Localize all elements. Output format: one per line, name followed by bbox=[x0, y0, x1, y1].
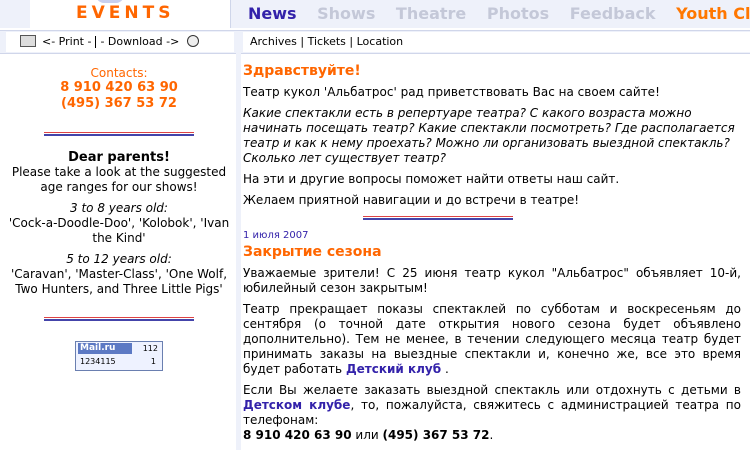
print-link[interactable]: <- Print - bbox=[42, 35, 91, 48]
printer-icon[interactable] bbox=[20, 35, 36, 47]
age-range-1: 3 to 8 years old: bbox=[70, 201, 168, 215]
news-title: Закрытие сезона bbox=[243, 244, 382, 260]
answers-text: На эти и другие вопросы поможет найти от… bbox=[243, 172, 620, 186]
shows-list-2: 'Caravan', 'Master-Class', 'One Wolf, Tw… bbox=[10, 267, 228, 296]
news-p2-end: . bbox=[444, 362, 449, 376]
news-paragraph-1: Уважаемые зрители! С 25 июня театр кукол… bbox=[243, 266, 741, 295]
subnav-separator: | bbox=[349, 35, 354, 48]
counter-value-1: 112 bbox=[142, 344, 158, 353]
download-icon[interactable] bbox=[187, 35, 200, 47]
contact-phone-2: (495) 367 53 72 bbox=[61, 96, 177, 111]
nav-youth-club[interactable]: Youth Club bbox=[676, 4, 750, 23]
wish-text: Желаем приятной навигации и до встречи в… bbox=[243, 193, 580, 207]
tool-row: <- Print - - Download -> Archives | Ticke… bbox=[0, 30, 750, 54]
top-bar: EVENTS News Shows Theatre Photos Feedbac… bbox=[0, 0, 750, 28]
nav-feedback[interactable]: Feedback bbox=[570, 4, 656, 23]
news-paragraph-3: Если Вы желаете заказать выездной спекта… bbox=[243, 383, 741, 443]
nav-news[interactable]: News bbox=[248, 4, 297, 23]
kids-club-link-2[interactable]: Детском клубе bbox=[243, 398, 350, 412]
news-paragraph-2: Театр прекращает показы спектаклей по су… bbox=[243, 302, 741, 377]
main-nav: News Shows Theatre Photos Feedback Youth… bbox=[248, 4, 750, 23]
subnav-location[interactable]: Location bbox=[357, 35, 404, 48]
news-p3-text: Если Вы желаете заказать выездной спекта… bbox=[243, 383, 741, 397]
kids-club-link[interactable]: Детский клуб bbox=[346, 362, 441, 376]
age-intro: Please take a look at the suggested age … bbox=[11, 165, 227, 194]
divider-rule bbox=[363, 216, 513, 220]
subnav-tickets[interactable]: Tickets bbox=[308, 35, 346, 48]
news-or: или bbox=[355, 428, 379, 442]
main-content: Здравствуйте! Театр кукол 'Альбатрос' ра… bbox=[243, 60, 741, 449]
sidebar: Contacts: 8 910 420 63 90 (495) 367 53 7… bbox=[6, 60, 232, 371]
brand-area: EVENTS bbox=[30, 0, 231, 28]
visit-counter[interactable]: Mail.ru 112 1234115 1 bbox=[75, 341, 163, 371]
nav-theatre[interactable]: Theatre bbox=[396, 4, 466, 23]
news-phone-1: 8 910 420 63 90 bbox=[243, 428, 352, 442]
news-date: 1 июля 2007 bbox=[243, 230, 309, 241]
counter-value-2: 1234115 bbox=[80, 357, 116, 366]
dear-parents-heading: Dear parents! bbox=[68, 150, 170, 165]
counter-value-3: 1 bbox=[150, 357, 156, 366]
divider-rule bbox=[44, 132, 194, 136]
brand-title: EVENTS bbox=[76, 3, 175, 23]
text-cursor-icon bbox=[95, 36, 97, 48]
counter-logo: Mail.ru bbox=[78, 343, 132, 354]
news-phone-2: (495) 367 53 72 bbox=[382, 428, 490, 442]
questions-text: Какие спектакли есть в репертуаре театра… bbox=[243, 106, 735, 165]
divider-rule bbox=[44, 317, 194, 321]
news-p2-text: Театр прекращает показы спектаклей по су… bbox=[243, 302, 741, 376]
print-download-bar: <- Print - - Download -> bbox=[6, 32, 234, 52]
subnav-separator: | bbox=[300, 35, 305, 48]
contact-phone-1: 8 910 420 63 90 bbox=[60, 80, 178, 95]
news-phone-end: . bbox=[489, 428, 494, 442]
contacts-label: Contacts: bbox=[90, 66, 148, 80]
greeting-title: Здравствуйте! bbox=[243, 63, 361, 79]
download-link[interactable]: - Download -> bbox=[100, 35, 179, 48]
nav-photos[interactable]: Photos bbox=[487, 4, 549, 23]
sub-nav: Archives | Tickets | Location bbox=[243, 32, 750, 52]
subnav-archives[interactable]: Archives bbox=[250, 35, 297, 48]
greeting-text: Театр кукол 'Альбатрос' рад приветствова… bbox=[243, 85, 660, 99]
column-divider bbox=[236, 52, 241, 450]
nav-shows[interactable]: Shows bbox=[317, 4, 375, 23]
shows-list-1: 'Cock-a-Doodle-Doo', 'Kolobok', 'Ivan th… bbox=[8, 216, 230, 245]
age-range-2: 5 to 12 years old: bbox=[66, 252, 172, 266]
